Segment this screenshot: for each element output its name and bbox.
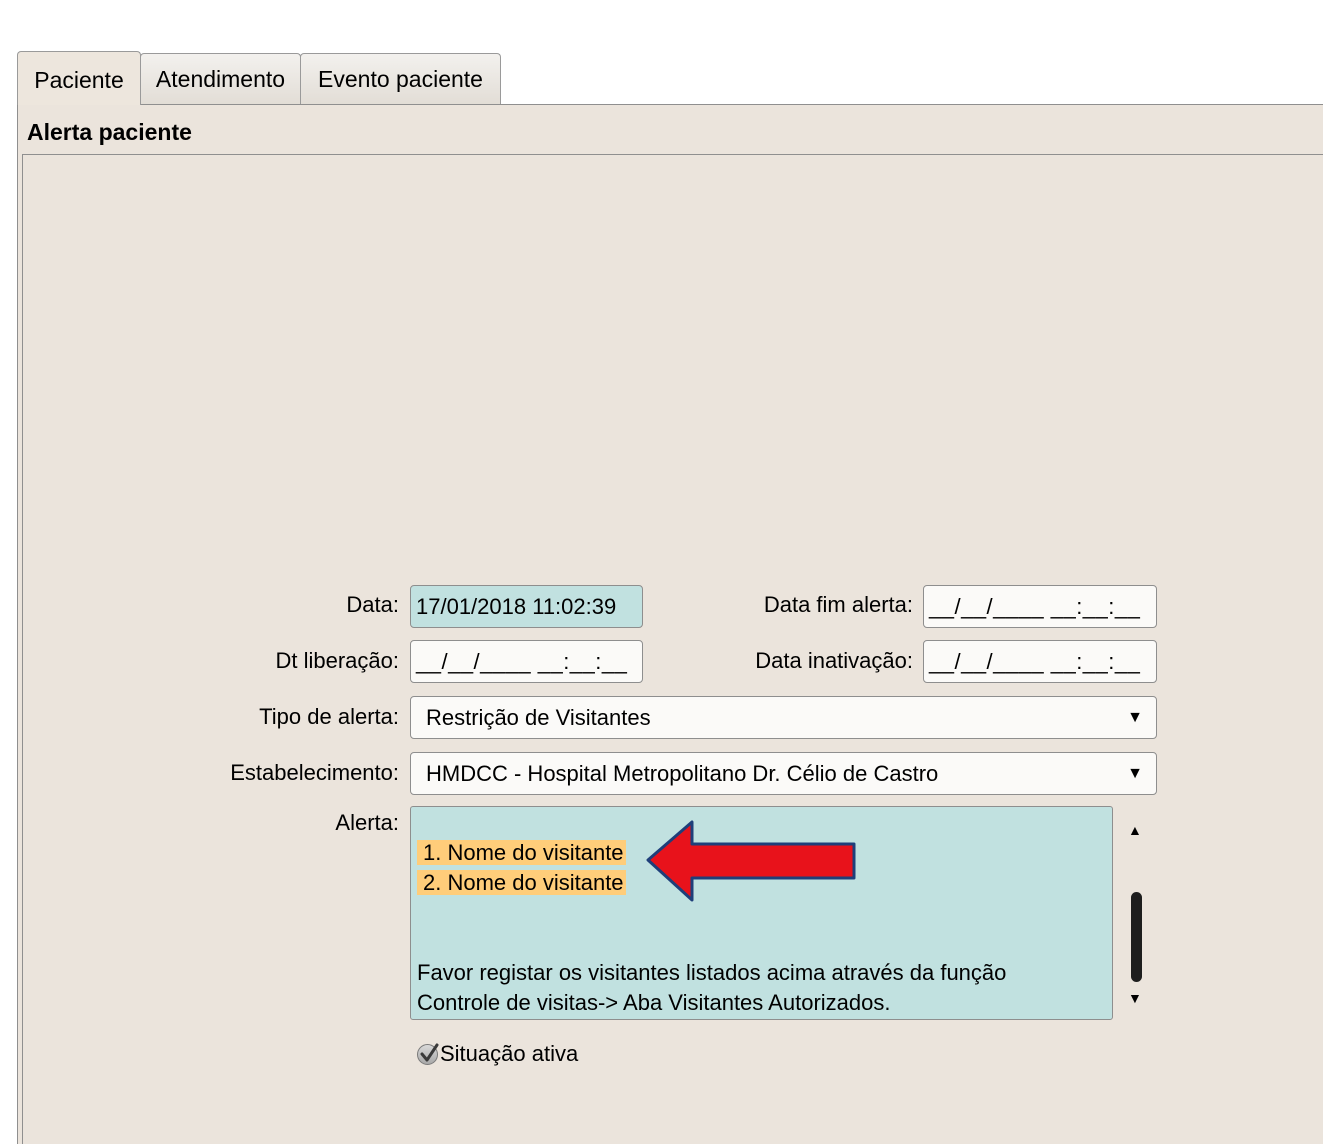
data-label: Data:: [346, 592, 399, 617]
alerta-scrollbar[interactable]: ▲ ▼: [1113, 806, 1158, 1020]
data-inativacao-label: Data inativação:: [755, 648, 913, 673]
alerta-line: Favor registar os visitantes listados ac…: [417, 960, 1007, 985]
alerta-line: 1. Nome do visitante: [417, 840, 626, 866]
alerta-label: Alerta:: [335, 810, 399, 835]
situacao-ativa-checkbox[interactable]: Situação ativa: [417, 1041, 578, 1067]
highlighted-text: 2. Nome do visitante: [417, 870, 626, 895]
section-title: Alerta paciente: [27, 119, 192, 145]
scroll-up-icon[interactable]: ▲: [1128, 822, 1142, 838]
scroll-down-icon[interactable]: ▼: [1128, 990, 1142, 1006]
situacao-ativa-label: Situação ativa: [440, 1041, 579, 1066]
data-field[interactable]: 17/01/2018 11:02:39: [410, 585, 643, 628]
data-inativacao-field[interactable]: __/__/____ __:__:__: [923, 640, 1157, 683]
estabelecimento-value: HMDCC - Hospital Metropolitano Dr. Célio…: [426, 761, 939, 786]
tipo-alerta-label: Tipo de alerta:: [259, 704, 399, 729]
alerta-line: 2. Nome do visitante: [417, 870, 626, 896]
estabelecimento-select[interactable]: HMDCC - Hospital Metropolitano Dr. Célio…: [410, 752, 1157, 795]
highlighted-text: 1. Nome do visitante: [417, 840, 626, 865]
red-arrow-icon: [646, 820, 856, 902]
tab-atendimento[interactable]: Atendimento: [140, 53, 301, 104]
tab-paciente[interactable]: Paciente: [17, 51, 141, 105]
checkmark-icon[interactable]: [417, 1043, 439, 1065]
dt-liberacao-label: Dt liberação:: [275, 648, 399, 673]
data-fim-alerta-label: Data fim alerta:: [763, 592, 913, 617]
dropdown-arrow-icon[interactable]: ▼: [1127, 697, 1143, 738]
dt-liberacao-field[interactable]: __/__/____ __:__:__: [410, 640, 643, 683]
tipo-alerta-select[interactable]: Restrição de Visitantes ▼: [410, 696, 1157, 739]
alerta-line: Controle de visitas-> Aba Visitantes Aut…: [417, 990, 891, 1015]
tab-evento-paciente[interactable]: Evento paciente: [300, 53, 501, 104]
scroll-thumb[interactable]: [1131, 892, 1142, 982]
dropdown-arrow-icon[interactable]: ▼: [1127, 753, 1143, 794]
divider: [22, 155, 23, 1144]
divider: [22, 154, 1323, 155]
tipo-alerta-value: Restrição de Visitantes: [426, 705, 651, 730]
estabelecimento-label: Estabelecimento:: [230, 760, 399, 785]
data-fim-alerta-field[interactable]: __/__/____ __:__:__: [923, 585, 1157, 628]
